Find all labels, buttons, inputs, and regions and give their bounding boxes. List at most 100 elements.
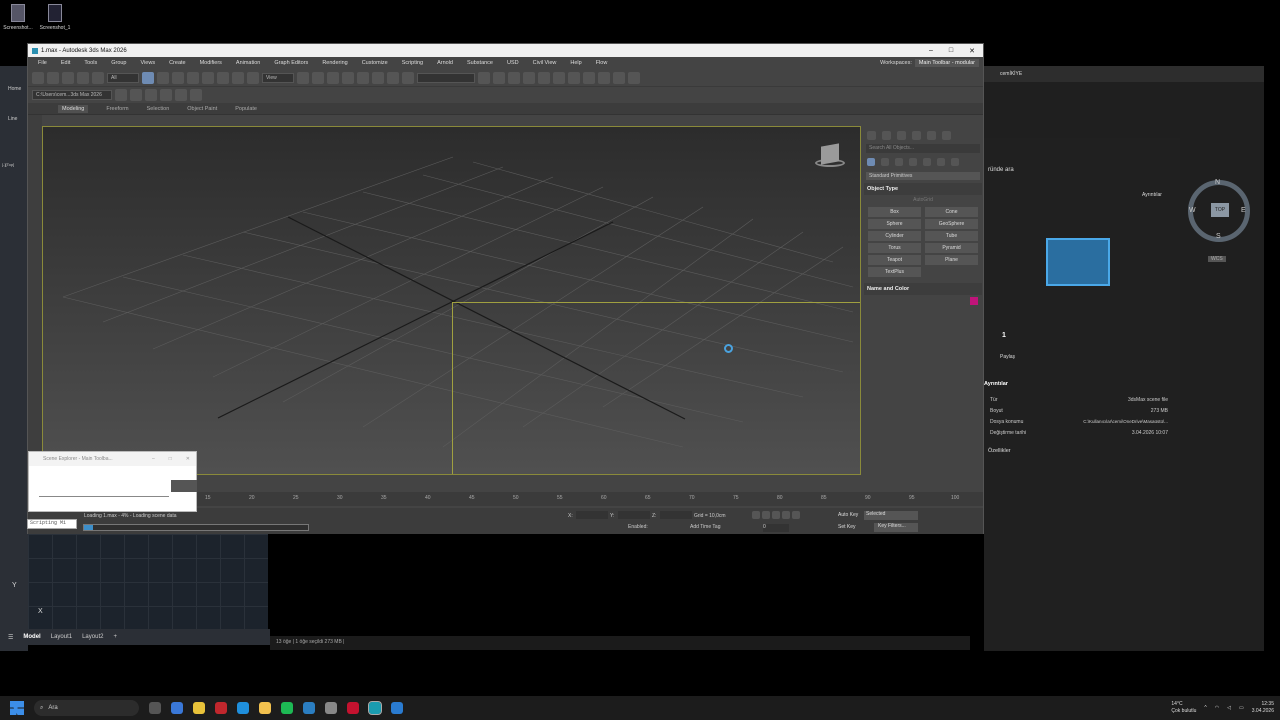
align-icon[interactable]	[493, 71, 505, 84]
chatgpt-icon[interactable]	[325, 702, 337, 714]
wcs-badge[interactable]: WCS	[1208, 256, 1226, 262]
export-icon[interactable]	[160, 89, 172, 101]
torus-button[interactable]: Torus	[868, 243, 921, 253]
check-icon[interactable]	[190, 89, 202, 101]
go-start-icon[interactable]	[752, 511, 760, 519]
pivot-icon[interactable]	[297, 71, 309, 84]
primitive-category-dropdown[interactable]: Standard Primitives	[866, 172, 980, 180]
schematic-view-icon[interactable]	[568, 71, 580, 84]
autocad-icon[interactable]	[347, 702, 359, 714]
menu-views[interactable]: Views	[134, 60, 163, 66]
maximize-icon[interactable]: □	[169, 456, 172, 462]
desktop-icon-screenshot-2[interactable]: Screenshot_1	[37, 4, 73, 31]
menu-graph-editors[interactable]: Graph Editors	[267, 60, 315, 66]
current-frame-field[interactable]: 0	[763, 524, 789, 532]
menu-icon[interactable]: ☰	[8, 634, 13, 641]
share-button[interactable]: Paylaş	[1000, 354, 1015, 360]
taskbar-search[interactable]: ⌕ Ara	[34, 700, 139, 716]
task-view-icon[interactable]	[149, 702, 161, 714]
coord-z-field[interactable]	[660, 511, 692, 519]
tab-object-paint[interactable]: Object Paint	[187, 106, 217, 112]
menu-scripting[interactable]: Scripting	[395, 60, 430, 66]
render-frame-icon[interactable]	[613, 71, 625, 84]
save-icon[interactable]	[130, 89, 142, 101]
snipping-tool-icon[interactable]	[391, 702, 403, 714]
pyramid-button[interactable]: Pyramid	[925, 243, 978, 253]
menu-arnold[interactable]: Arnold	[430, 60, 460, 66]
viewcube-3dsmax[interactable]	[815, 143, 845, 173]
key-filters-button[interactable]: Key Filters...	[874, 523, 918, 532]
helpers-icon[interactable]	[923, 158, 931, 166]
keyboard-shortcut-icon[interactable]	[327, 71, 339, 84]
modify-tab-icon[interactable]	[882, 130, 891, 140]
cylinder-button[interactable]: Cylinder	[868, 231, 921, 241]
name-color-rollout[interactable]: Name and Color	[864, 283, 982, 295]
acad-home-tab[interactable]: Home	[8, 86, 21, 92]
perspective-viewport[interactable]	[42, 126, 861, 475]
tray-overflow-icon[interactable]: ^	[1204, 705, 1206, 711]
clock[interactable]: 12:35 3.04.2026	[1252, 701, 1274, 715]
chrome-icon[interactable]	[193, 702, 205, 714]
tab-selection[interactable]: Selection	[147, 106, 170, 112]
close-icon[interactable]: ✕	[969, 47, 975, 55]
autogrid-checkbox[interactable]: AutoGrid	[864, 195, 982, 205]
spinner-snap-icon[interactable]	[387, 71, 399, 84]
rotate-icon[interactable]	[217, 71, 229, 84]
mirror-icon[interactable]	[478, 71, 490, 84]
move-icon[interactable]	[202, 71, 214, 84]
workspace-dropdown[interactable]: Main Toolbar - modular	[914, 59, 979, 67]
material-editor-icon[interactable]	[583, 71, 595, 84]
render-icon[interactable]	[628, 71, 640, 84]
ribbon-toggle-icon[interactable]	[538, 71, 550, 84]
menu-usd[interactable]: USD	[500, 60, 526, 66]
menu-flow[interactable]: Flow	[589, 60, 615, 66]
outlook-icon[interactable]	[171, 702, 183, 714]
coord-y-field[interactable]	[618, 511, 650, 519]
placement-icon[interactable]	[247, 71, 259, 84]
named-selection-dropdown[interactable]	[417, 72, 475, 83]
menu-modifiers[interactable]: Modifiers	[193, 60, 229, 66]
minimize-icon[interactable]: –	[929, 47, 933, 55]
folder-icon[interactable]	[175, 89, 187, 101]
teapot-button[interactable]: Teapot	[868, 255, 921, 265]
coord-x-field[interactable]	[576, 511, 608, 519]
weather-widget[interactable]: 14°C Çok bulutlu	[1171, 701, 1196, 715]
menu-help[interactable]: Help	[563, 60, 588, 66]
start-button-icon[interactable]	[10, 701, 24, 715]
menu-group[interactable]: Group	[104, 60, 133, 66]
angle-snap-icon[interactable]	[357, 71, 369, 84]
viewcube-top[interactable]: TOP	[1211, 203, 1229, 217]
add-layout-button[interactable]: +	[113, 634, 117, 640]
select-object-icon[interactable]	[142, 71, 154, 84]
layer-explorer-icon[interactable]	[523, 71, 535, 84]
hierarchy-tab-icon[interactable]	[897, 130, 906, 140]
spacewarps-icon[interactable]	[937, 158, 945, 166]
next-frame-icon[interactable]	[782, 511, 790, 519]
selection-filter-dropdown[interactable]: All	[107, 72, 139, 83]
menu-edit[interactable]: Edit	[54, 60, 77, 66]
curve-editor-icon[interactable]	[553, 71, 565, 84]
unlink-icon[interactable]	[77, 71, 89, 84]
close-icon[interactable]: ✕	[186, 456, 190, 462]
file-explorer-icon[interactable]	[259, 702, 271, 714]
tab-layout2[interactable]: Layout2	[82, 634, 103, 640]
tab-freeform[interactable]: Freeform	[106, 106, 128, 112]
telegram-icon[interactable]	[303, 702, 315, 714]
acad-viewport-label[interactable]: [-][Top]	[2, 162, 14, 167]
menu-civil-view[interactable]: Civil View	[526, 60, 564, 66]
edge-icon[interactable]	[237, 702, 249, 714]
opera-icon[interactable]	[215, 702, 227, 714]
sphere-button[interactable]: Sphere	[868, 219, 921, 229]
menu-substance[interactable]: Substance	[460, 60, 500, 66]
redo-icon[interactable]	[47, 71, 59, 84]
go-end-icon[interactable]	[792, 511, 800, 519]
object-color-swatch[interactable]	[970, 297, 978, 305]
wifi-icon[interactable]: ◠	[1215, 705, 1219, 711]
box-button[interactable]: Box	[868, 207, 921, 217]
shapes-icon[interactable]	[881, 158, 889, 166]
search-objects-input[interactable]: Search All Objects...	[866, 144, 980, 153]
select-manipulate-icon[interactable]	[312, 71, 324, 84]
tab-populate[interactable]: Populate	[235, 106, 257, 112]
spotify-icon[interactable]	[281, 702, 293, 714]
utilities-tab-icon[interactable]	[942, 130, 951, 140]
